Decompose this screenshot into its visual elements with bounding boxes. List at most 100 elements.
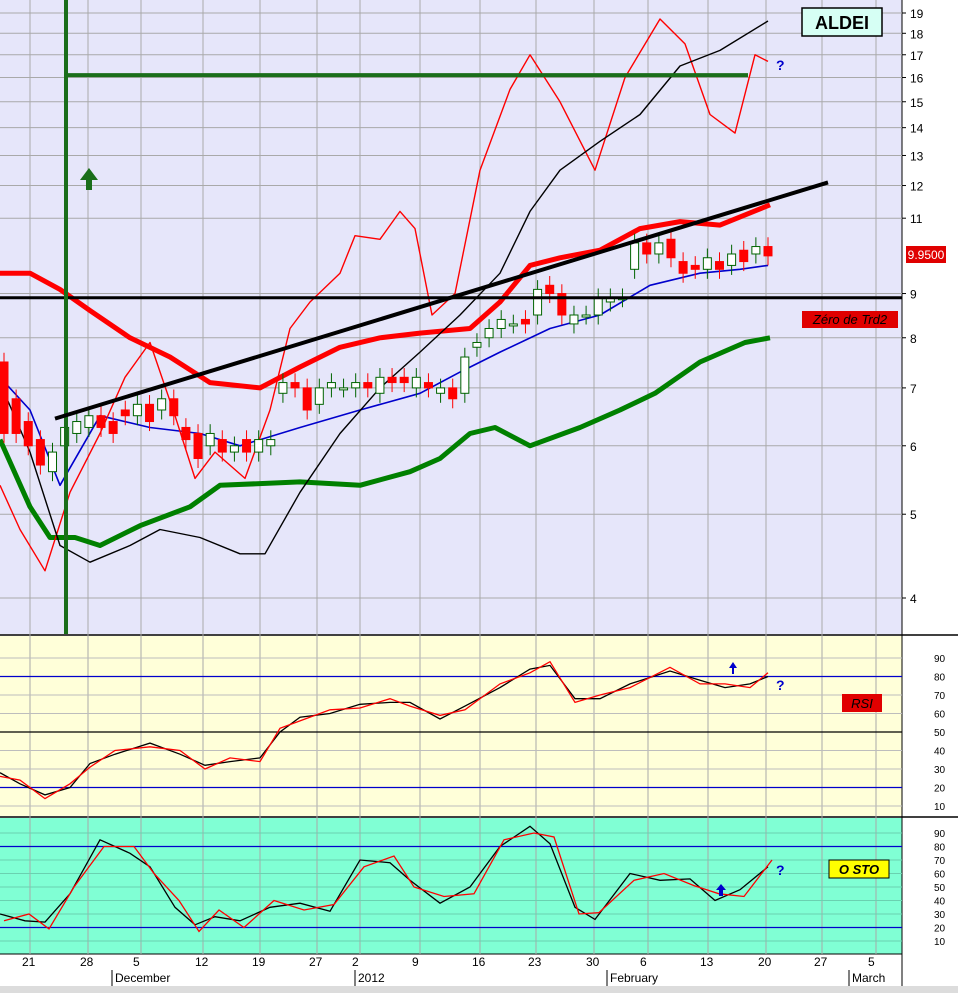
x-day-label: 13 [700,955,714,969]
sto-tick-label: 60 [934,870,946,881]
candle-body [0,361,9,434]
candle-body [739,249,749,263]
sto-panel [0,818,902,954]
candle-body [569,314,579,325]
rsi-tick-label: 20 [934,784,946,795]
scrollbar-track[interactable] [0,986,958,993]
chart-canvas: 19 18 17 16 15 14 13 12 11 9 8 7 6 5 4 90 80 70 60 50 40 30 20… [0,0,958,993]
candle-body [169,398,179,417]
price-tick-label: 5 [910,508,917,522]
candle-body [254,439,264,453]
candle-body [654,242,664,255]
rsi-panel [0,636,902,816]
candle-body [690,264,700,270]
candle-body [375,376,385,394]
price-tick-label: 9 [910,288,917,302]
price-tick-label: 4 [910,592,917,606]
rsi-label: RSI [851,696,873,711]
x-day-label: 6 [640,955,647,969]
rsi-tick-label: 10 [934,802,946,813]
sto-tick-label: 30 [934,910,946,921]
x-day-label: 27 [814,955,828,969]
x-month-label: February [610,971,658,985]
candle-body [399,376,409,384]
x-month-label: December [115,971,170,985]
x-day-label: 23 [528,955,542,969]
candle-body [411,376,421,389]
price-tick-label: 15 [910,96,924,110]
x-day-label: 28 [80,955,94,969]
candle-body [217,439,227,453]
candle-body [145,403,155,423]
rsi-tick-label: 70 [934,691,946,702]
price-tick-label: 11 [910,212,923,226]
candle-body [630,242,640,270]
price-tick-label: 6 [910,440,917,454]
x-day-label: 5 [868,955,875,969]
candle-body [545,284,555,295]
candle-body [120,409,130,417]
candle-body [678,261,688,274]
price-tick-label: 14 [910,122,924,136]
candle-body [96,415,106,428]
price-axis-area [902,0,958,986]
last-price-label: 9.9500 [908,248,945,262]
candle-body [48,451,58,473]
sto-tick-label: 70 [934,856,946,867]
candle-body [460,356,470,394]
candle-body [533,288,543,316]
price-tick-label: 16 [910,72,924,86]
price-tick-label: 19 [910,7,924,21]
candle-body [193,432,203,459]
x-day-label: 21 [22,955,36,969]
x-day-label: 12 [195,955,209,969]
trend-zero-label: Zéro de Trd2 [812,312,888,327]
chart-title: ALDEI [815,13,869,33]
candle-body [108,421,118,434]
candle-body [484,327,494,339]
x-day-label: 9 [412,955,419,969]
candle-body [242,439,252,453]
rsi-tick-label: 30 [934,765,946,776]
sto-tick-label: 50 [934,883,946,894]
rsi-tick-label: 40 [934,747,946,758]
sto-question-mark: ? [776,862,785,878]
candle-body [363,382,373,389]
price-tick-label: 18 [910,27,924,41]
candle-body [763,246,773,257]
rsi-tick-label: 60 [934,710,946,721]
candle-body [666,238,676,259]
x-day-label: 20 [758,955,772,969]
candle-body [496,318,506,329]
sto-label: O STO [839,862,879,877]
price-panel [0,0,902,634]
price-tick-label: 17 [910,49,924,63]
candle-body [593,297,603,316]
candle-body [520,318,530,325]
candle-body [751,246,761,255]
candle-body [84,415,94,428]
rsi-question-mark: ? [776,677,785,693]
candle-body [436,387,446,394]
price-tick-label: 12 [910,180,924,194]
x-day-label: 2 [352,955,359,969]
candle-body [472,341,482,348]
x-day-label: 27 [309,955,323,969]
x-day-label: 16 [472,955,486,969]
x-day-label: 5 [133,955,140,969]
candle-body [72,421,82,434]
x-day-label: 30 [586,955,600,969]
candle-body [266,439,276,447]
candle-body [448,387,458,400]
candle-body [278,382,288,394]
candle-body [314,387,324,405]
candle-body [508,323,518,327]
price-tick-label: 7 [910,382,917,396]
rsi-tick-label: 80 [934,673,946,684]
price-tick-label: 13 [910,149,924,163]
candle-body [423,382,433,389]
sto-tick-label: 20 [934,924,946,935]
candle-body [714,261,724,270]
price-tick-label: 8 [910,332,917,346]
sto-tick-label: 90 [934,829,946,840]
